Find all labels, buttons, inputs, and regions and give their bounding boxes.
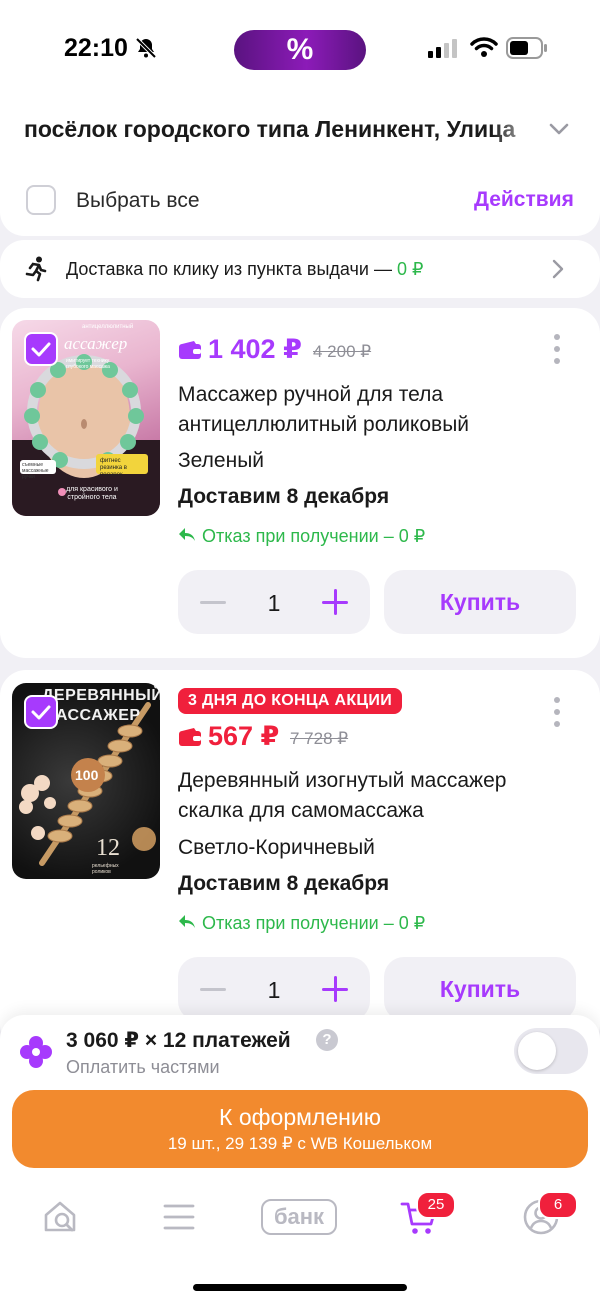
promo-badge: 3 ДНЯ ДО КОНЦА АКЦИИ: [178, 688, 402, 714]
item-title[interactable]: Массажер ручной для тела антицеллюлитный…: [178, 380, 558, 440]
product-image-caption: для красивого и стройного тела: [66, 486, 118, 501]
item-color: Светло-Коричневый: [178, 836, 375, 859]
installments-icon: [18, 1034, 54, 1075]
bank-tab[interactable]: банк: [261, 1199, 337, 1235]
item-old-price: 7 728 ₽: [290, 729, 349, 748]
product-image-note: имитирует технику глубокого массажа: [66, 358, 110, 370]
wallet-icon: [178, 727, 202, 752]
item-title[interactable]: Деревянный изогнутый массажер скалка для…: [178, 766, 558, 826]
running-person-icon: [24, 256, 48, 287]
buy-button[interactable]: Купить: [384, 957, 576, 1021]
item-delivery-date: Доставим 8 декабря: [178, 485, 390, 508]
item-price: 567 ₽: [208, 721, 280, 751]
item-old-price: 4 200 ₽: [313, 342, 372, 361]
wallet-icon: [178, 340, 202, 365]
buy-button[interactable]: Купить: [384, 570, 576, 634]
item-price: 1 402 ₽: [208, 334, 302, 364]
select-all-checkbox[interactable]: [26, 185, 56, 215]
item-checkbox-checked[interactable]: [24, 695, 58, 729]
cart-count-badge: 25: [416, 1191, 456, 1219]
delivery-banner-price: 0 ₽: [396, 259, 424, 279]
profile-notification-badge: 6: [538, 1191, 578, 1219]
installments-amount: 3 060 ₽ × 12 платежей: [66, 1029, 291, 1052]
product-image-badge-left: съемные массажные ручки: [22, 462, 49, 480]
reply-arrow-icon: [178, 527, 196, 548]
quantity-value: 1: [267, 590, 281, 616]
signal-icon: [428, 38, 460, 63]
home-indicator: [193, 1284, 407, 1291]
decrease-quantity-button[interactable]: [200, 988, 226, 991]
item-refund-note: Отказ при получении – 0 ₽: [202, 913, 426, 933]
more-options-icon[interactable]: [554, 697, 562, 733]
wifi-icon: [470, 36, 498, 63]
product-image-badge: 100: [75, 767, 99, 783]
product-image-badge-right: фитнес резинка в подарок: [100, 458, 127, 478]
actions-button[interactable]: Действия: [474, 188, 574, 212]
decrease-quantity-button[interactable]: [200, 601, 226, 604]
help-icon[interactable]: ?: [316, 1029, 338, 1051]
product-image-count-caption: рельефных роликов: [92, 863, 119, 875]
select-all-label[interactable]: Выбрать все: [76, 189, 200, 213]
product-image-heading: ассажер: [64, 334, 128, 353]
product-image-count: 12: [96, 835, 120, 861]
battery-icon: [506, 36, 548, 65]
checkout-button-subtitle[interactable]: 19 шт., 29 139 ₽ с WB Кошельком: [12, 1134, 588, 1154]
reply-arrow-icon: [178, 914, 196, 935]
installments-label: Оплатить частями: [66, 1057, 220, 1077]
checkmark-icon: [31, 342, 51, 357]
plus-icon[interactable]: [334, 589, 337, 615]
toggle-knob[interactable]: [518, 1032, 556, 1070]
checkmark-icon: [31, 705, 51, 720]
delivery-banner-text: Доставка по клику из пункта выдачи — 0 ₽: [66, 259, 423, 280]
bell-muted-icon: [134, 36, 158, 65]
delivery-address[interactable]: посёлок городского типа Ленинкент, Улица: [24, 116, 544, 143]
item-delivery-date: Доставим 8 декабря: [178, 872, 390, 895]
chevron-down-icon[interactable]: [548, 118, 570, 145]
item-refund-note: Отказ при получении – 0 ₽: [202, 526, 426, 546]
product-image-tagline: антицеллюлитный: [82, 324, 134, 330]
delivery-banner-label: Доставка по клику из пункта выдачи —: [66, 259, 397, 279]
checkout-button-title[interactable]: К оформлению: [12, 1104, 588, 1131]
plus-icon[interactable]: [334, 976, 337, 1002]
promo-pill[interactable]: %: [234, 30, 366, 70]
product-image-heading-1: ДЕРЕВЯННЫЙ: [42, 687, 160, 704]
catalog-menu-icon[interactable]: [162, 1202, 196, 1237]
status-time: 22:10: [64, 34, 128, 62]
chevron-right-icon[interactable]: [550, 259, 566, 284]
more-options-icon[interactable]: [554, 334, 562, 370]
item-color: Зеленый: [178, 449, 265, 472]
item-checkbox-checked[interactable]: [24, 332, 58, 366]
quantity-value: 1: [267, 977, 281, 1003]
home-search-icon[interactable]: [42, 1198, 80, 1241]
